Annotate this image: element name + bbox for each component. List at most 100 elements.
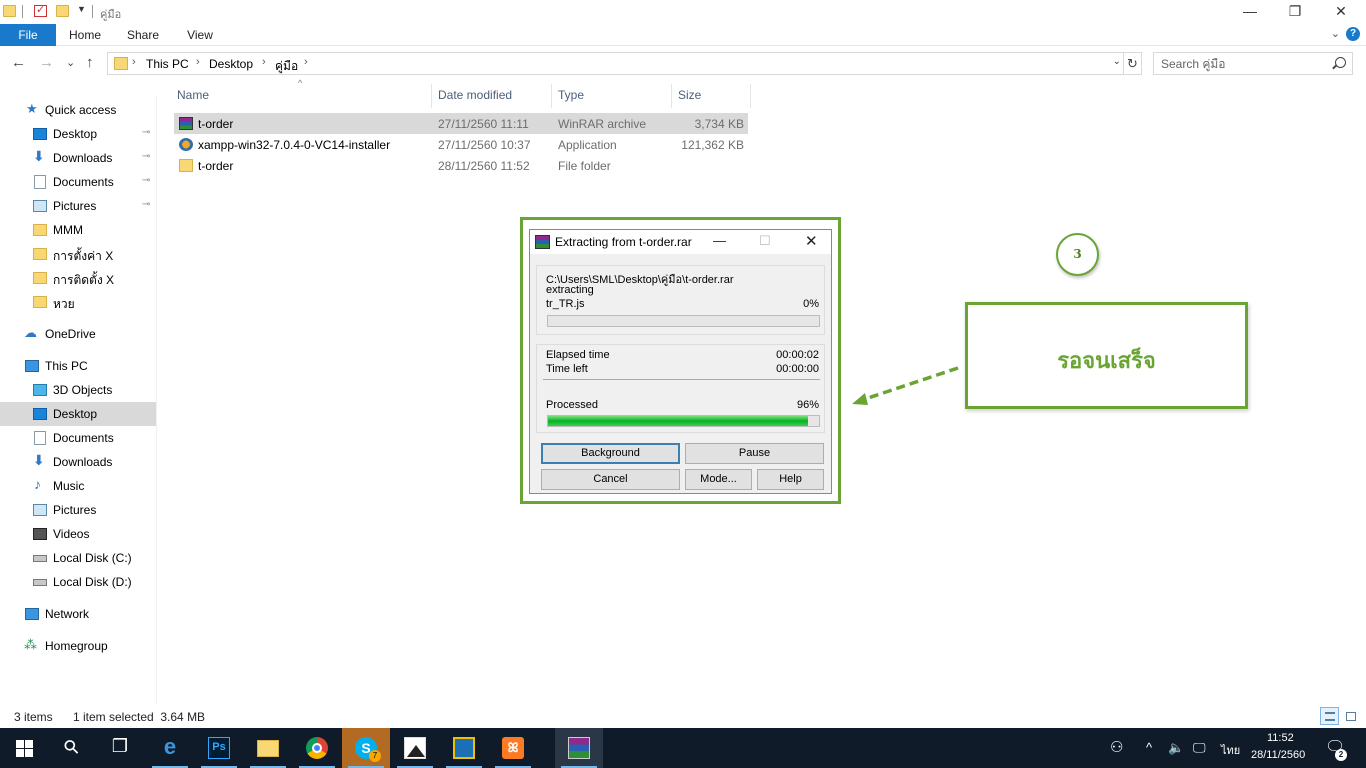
pause-button[interactable]: Pause — [685, 443, 824, 464]
pictures-icon — [33, 504, 47, 516]
refresh-button[interactable]: ↻ — [1124, 52, 1142, 75]
nav-item-videos[interactable]: Videos — [0, 522, 156, 546]
nav-onedrive[interactable]: ☁ OneDrive — [0, 322, 156, 346]
file-size: 121,362 KB — [681, 138, 744, 152]
search-input[interactable] — [1154, 53, 1329, 74]
dialog-minimize-button[interactable]: — — [713, 233, 726, 248]
address-bar[interactable]: › This PC › Desktop › คู่มือ › ⌄ — [107, 52, 1124, 75]
file-explorer-app[interactable] — [244, 728, 292, 768]
window-title: คู่มือ — [100, 9, 122, 21]
column-header-type[interactable]: Type — [551, 84, 672, 108]
photos-app[interactable] — [391, 728, 439, 768]
nav-item-desktop[interactable]: Desktop ⊸ — [0, 122, 156, 146]
clock-date[interactable]: 28/11/2560 — [1251, 749, 1305, 761]
breadcrumb-folder[interactable]: คู่มือ — [275, 57, 298, 76]
nav-item-local-disk-c[interactable]: Local Disk (C:) — [0, 546, 156, 570]
new-folder-icon[interactable] — [56, 5, 69, 17]
nav-item-downloads[interactable]: ⬇ Downloads ⊸ — [0, 146, 156, 170]
taskbar: ⚲ ❐ e Ps S 7 ꕤ ⚇ ^ 🔈 🖵 ไทย 11:52 28/11/2… — [0, 728, 1366, 768]
nav-item-pictures[interactable]: Pictures ⊸ — [0, 194, 156, 218]
dialog-title-bar[interactable]: Extracting from t-order.rar — ☐ ✕ — [530, 230, 831, 254]
address-dropdown-icon[interactable]: ⌄ — [1113, 56, 1121, 67]
background-button[interactable]: Background — [541, 443, 680, 464]
cancel-button[interactable]: Cancel — [541, 469, 680, 490]
forward-button[interactable]: → — [39, 54, 54, 71]
nav-item-pictures-pc[interactable]: Pictures — [0, 498, 156, 522]
tab-home[interactable]: Home — [62, 24, 108, 46]
large-icons-view-icon[interactable] — [1341, 707, 1360, 725]
pin-icon: ⊸ — [142, 151, 151, 162]
clock-time[interactable]: 11:52 — [1267, 732, 1294, 744]
xampp-app[interactable]: ꕤ — [489, 728, 537, 768]
nav-item-downloads-pc[interactable]: ⬇ Downloads — [0, 450, 156, 474]
tab-view[interactable]: View — [177, 24, 223, 46]
maximize-button[interactable]: ❐ — [1272, 0, 1318, 24]
language-indicator[interactable]: ไทย — [1221, 741, 1240, 759]
nav-item-local-disk-d[interactable]: Local Disk (D:) — [0, 570, 156, 594]
nav-item-documents-pc[interactable]: Documents — [0, 426, 156, 450]
table-row[interactable]: t-order 28/11/2560 11:52 File folder — [174, 155, 748, 176]
nav-network[interactable]: Network — [0, 602, 156, 626]
properties-icon[interactable] — [34, 3, 47, 17]
folder-icon — [33, 272, 47, 284]
photoshop-app[interactable]: Ps — [195, 728, 243, 768]
column-header-date[interactable]: Date modified — [431, 84, 552, 108]
network-icon[interactable]: 🖵 — [1193, 740, 1206, 756]
breadcrumb-desktop[interactable]: Desktop — [209, 57, 253, 71]
people-icon[interactable]: ⚇ — [1110, 738, 1123, 756]
processed-progress-bar — [547, 415, 820, 427]
edge-app[interactable]: e — [146, 728, 194, 768]
nav-item-lottery[interactable]: หวย — [0, 290, 156, 314]
dialog-maximize-button[interactable]: ☐ — [759, 233, 771, 249]
close-button[interactable]: ✕ — [1318, 0, 1364, 24]
nav-quick-access[interactable]: ★ Quick access — [0, 98, 156, 122]
breadcrumb-this-pc[interactable]: This PC — [146, 57, 189, 71]
winrar-archive-icon — [179, 117, 193, 130]
breadcrumb-separator[interactable]: › — [304, 56, 308, 68]
nav-label: Pictures — [53, 199, 97, 213]
help-icon[interactable]: ? — [1346, 27, 1360, 41]
mode-button[interactable]: Mode... — [685, 469, 752, 490]
customize-quick-access-icon[interactable]: ▼ — [77, 4, 86, 14]
nav-item-documents[interactable]: Documents ⊸ — [0, 170, 156, 194]
column-header-size[interactable]: Size — [671, 84, 751, 108]
nav-item-music[interactable]: ♪ Music — [0, 474, 156, 498]
tab-share[interactable]: Share — [120, 24, 166, 46]
divider — [22, 5, 23, 18]
recent-locations-button[interactable]: ⌄ — [66, 56, 75, 69]
minimize-button[interactable]: — — [1227, 0, 1273, 24]
expand-ribbon-icon[interactable]: ⌄ — [1331, 27, 1340, 40]
chrome-app[interactable] — [293, 728, 341, 768]
tab-file[interactable]: File — [0, 24, 56, 46]
up-button[interactable]: ↑ — [86, 54, 94, 71]
back-button[interactable]: ← — [11, 54, 26, 71]
search-button[interactable]: ⚲ — [48, 728, 96, 768]
breadcrumb-separator[interactable]: › — [132, 56, 136, 68]
help-button[interactable]: Help — [757, 469, 824, 490]
virtualbox-app[interactable] — [440, 728, 488, 768]
show-hidden-icons-icon[interactable]: ^ — [1146, 740, 1152, 755]
search-icon[interactable] — [1335, 57, 1346, 68]
nav-this-pc[interactable]: This PC — [0, 354, 156, 378]
table-row[interactable]: xampp-win32-7.0.4-0-VC14-installer 27/11… — [174, 134, 748, 155]
search-icon: ⚲ — [59, 735, 85, 760]
task-view-button[interactable]: ❐ — [96, 728, 144, 768]
breadcrumb-separator[interactable]: › — [196, 56, 200, 68]
nav-homegroup[interactable]: ⁂ Homegroup — [0, 634, 156, 658]
nav-item-desktop-pc[interactable]: Desktop — [0, 402, 156, 426]
file-type: WinRAR archive — [558, 117, 647, 131]
winrar-app[interactable] — [555, 728, 603, 768]
table-row[interactable]: t-order 27/11/2560 11:11 WinRAR archive … — [174, 113, 748, 134]
nav-item-install-x[interactable]: การติดตั้ง X — [0, 266, 156, 290]
nav-item-3d-objects[interactable]: 3D Objects — [0, 378, 156, 402]
disk-icon — [33, 555, 47, 562]
breadcrumb-separator[interactable]: › — [262, 56, 266, 68]
nav-label: This PC — [45, 359, 88, 373]
dialog-close-button[interactable]: ✕ — [805, 232, 818, 250]
start-button[interactable] — [0, 728, 48, 768]
nav-item-mmm[interactable]: MMM — [0, 218, 156, 242]
skype-app[interactable]: S 7 — [342, 728, 390, 768]
details-view-icon[interactable] — [1320, 707, 1339, 725]
volume-icon[interactable]: 🔈 — [1168, 740, 1184, 756]
nav-item-settings-x[interactable]: การตั้งค่า X — [0, 242, 156, 266]
